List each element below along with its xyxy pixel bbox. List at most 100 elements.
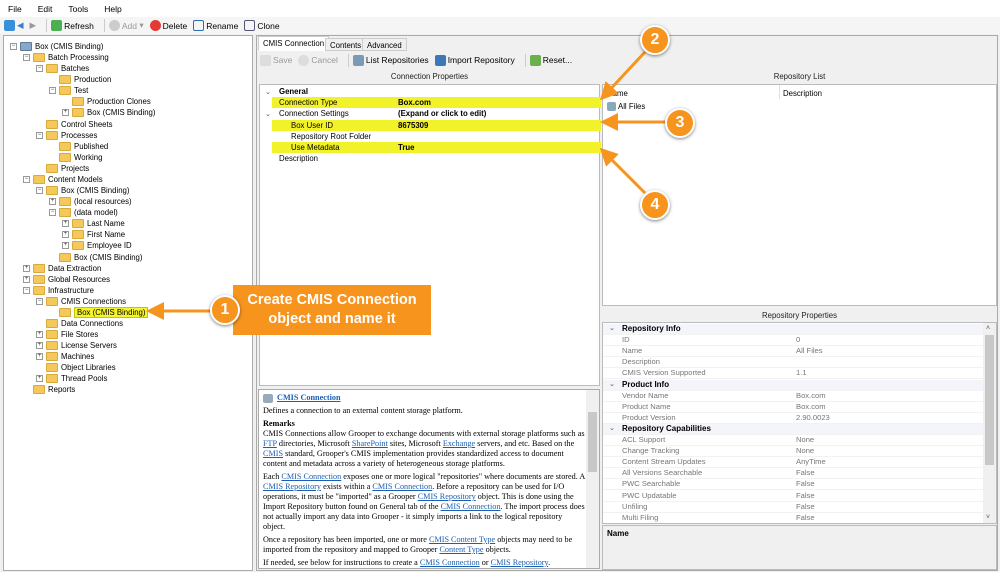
property-row[interactable]: ⌄ General <box>260 86 601 97</box>
property-row[interactable]: Name All Files <box>603 346 983 358</box>
help-link[interactable]: CMIS Repository <box>418 492 476 501</box>
tree-item[interactable]: Box (CMIS Binding) <box>49 252 142 263</box>
help-link[interactable]: CMIS <box>263 449 283 458</box>
scroll-thumb[interactable] <box>588 412 597 472</box>
property-row[interactable]: Change Tracking None <box>603 446 983 458</box>
property-row[interactable]: Box User ID 8675309 <box>272 119 601 131</box>
menu-tools[interactable]: Tools <box>68 4 88 14</box>
tree-item[interactable]: − Batches <box>36 63 89 74</box>
property-value[interactable]: 8675309 <box>398 121 428 130</box>
tree-item[interactable]: + Thread Pools <box>36 373 107 384</box>
cancel-button[interactable]: Cancel <box>298 54 338 66</box>
forward-icon[interactable]: ▶ <box>30 20 37 31</box>
menu-help[interactable]: Help <box>104 4 121 14</box>
tree-item[interactable]: − Box (CMIS Binding) <box>36 185 129 196</box>
help-link[interactable]: FTP <box>263 439 277 448</box>
rename-button[interactable]: Rename <box>193 20 238 31</box>
tree-item[interactable]: + Box (CMIS Binding) <box>62 107 155 118</box>
chevron-down-icon[interactable]: ⌄ <box>265 88 271 96</box>
tab-cmis-connection[interactable]: CMIS Connection <box>258 36 330 51</box>
expander-collapse-icon[interactable]: − <box>36 131 43 139</box>
expander-expand-icon[interactable]: + <box>62 231 69 239</box>
property-row[interactable]: PWC Updatable False <box>603 491 983 502</box>
tree-item[interactable]: + First Name <box>62 229 125 240</box>
tree-item[interactable]: + File Stores <box>36 329 98 340</box>
scroll-up-icon[interactable]: ˄ <box>986 325 990 332</box>
tree-item[interactable]: Reports <box>23 384 75 395</box>
expander-collapse-icon[interactable]: − <box>23 286 30 294</box>
help-link[interactable]: CMIS Content Type <box>429 535 495 544</box>
expander-expand-icon[interactable]: + <box>62 220 69 228</box>
tree-item[interactable]: − Processes <box>36 130 97 141</box>
property-row[interactable]: Product Name Box.com <box>603 402 983 413</box>
scrollbar[interactable]: ˄ ˅ <box>983 323 996 523</box>
tree-item[interactable]: − Test <box>49 85 88 96</box>
property-row[interactable]: ⌄ Connection Settings (Expand or click to … <box>260 108 601 119</box>
tree-item[interactable]: − Box (CMIS Binding) <box>10 41 103 52</box>
scroll-thumb[interactable] <box>985 335 994 465</box>
tree-item[interactable]: − Content Models <box>23 174 103 185</box>
property-row[interactable]: Product Version 2.90.0023 <box>603 413 983 424</box>
property-category[interactable]: ⌄ Repository Info <box>603 324 983 335</box>
add-button[interactable]: Add ▾ <box>108 20 144 31</box>
property-row[interactable]: Repository Root Folder <box>260 131 601 142</box>
tree-item[interactable]: + Last Name <box>62 218 125 229</box>
tab-advanced[interactable]: Advanced <box>362 38 407 51</box>
expander-expand-icon[interactable]: + <box>49 198 56 206</box>
property-value[interactable]: (Expand or click to edit) <box>398 109 486 118</box>
property-value[interactable]: True <box>398 143 414 152</box>
property-row[interactable]: Multi Filing False <box>603 513 983 523</box>
help-scrollbar[interactable] <box>586 390 599 568</box>
tree-item[interactable]: + Machines <box>36 351 94 362</box>
expander-collapse-icon[interactable]: − <box>49 87 56 95</box>
save-button[interactable]: Save <box>260 54 292 66</box>
tree-item[interactable]: + (local resources) <box>49 196 132 207</box>
expander-expand-icon[interactable]: + <box>36 342 43 350</box>
help-link[interactable]: Content Type <box>439 545 483 554</box>
reset-button[interactable]: Reset... <box>529 54 572 66</box>
expander-collapse-icon[interactable]: − <box>23 54 30 62</box>
expander-expand-icon[interactable]: + <box>62 109 69 117</box>
back-icon[interactable]: ◀ <box>17 20 24 31</box>
property-row[interactable]: Vendor Name Box.com <box>603 391 983 402</box>
expander-expand-icon[interactable]: + <box>23 264 30 272</box>
column-name[interactable]: Name <box>607 89 628 98</box>
column-description[interactable]: Description <box>783 89 822 98</box>
expander-collapse-icon[interactable]: − <box>49 209 56 217</box>
tree-item[interactable]: + Data Extraction <box>23 263 101 274</box>
property-row[interactable]: Unfiling False <box>603 502 983 513</box>
property-row[interactable]: Content Stream Updates AnyTime <box>603 457 983 469</box>
tree-item[interactable]: + License Servers <box>36 340 117 351</box>
tree-item[interactable]: − (data model) <box>49 207 118 218</box>
help-link[interactable]: CMIS Repository <box>263 482 321 491</box>
expander-expand-icon[interactable]: + <box>36 331 43 339</box>
property-value[interactable]: Box.com <box>398 98 431 107</box>
chevron-down-icon[interactable]: ⌄ <box>609 324 615 332</box>
chevron-down-icon[interactable]: ⌄ <box>609 424 615 432</box>
import-repository-button[interactable]: Import Repository <box>434 54 515 66</box>
property-row[interactable]: ID 0 <box>603 335 983 347</box>
tree-item[interactable]: − CMIS Connections <box>36 296 126 307</box>
expander-collapse-icon[interactable]: − <box>36 297 43 305</box>
menu-file[interactable]: File <box>8 4 22 14</box>
tree-item[interactable]: Production Clones <box>62 96 151 107</box>
property-row[interactable]: PWC Searchable False <box>603 479 983 491</box>
chevron-down-icon[interactable]: ⌄ <box>265 110 271 118</box>
tree-item[interactable]: − Batch Processing <box>23 52 109 63</box>
tree-item[interactable]: Working <box>49 152 102 163</box>
delete-button[interactable]: Delete <box>149 20 187 31</box>
property-row[interactable]: All Versions Searchable False <box>603 468 983 480</box>
expander-expand-icon[interactable]: + <box>36 353 43 361</box>
help-title-link[interactable]: CMIS Connection <box>277 393 340 402</box>
help-link[interactable]: CMIS Connection <box>372 482 432 491</box>
menu-edit[interactable]: Edit <box>38 4 53 14</box>
tree-item[interactable]: Box (CMIS Binding) <box>49 306 149 318</box>
chevron-down-icon[interactable]: ⌄ <box>609 380 615 388</box>
tab-contents[interactable]: Contents <box>325 38 367 51</box>
tree-item[interactable]: Control Sheets <box>36 119 113 130</box>
tree-item[interactable]: + Employee ID <box>62 240 132 251</box>
refresh-button[interactable]: Refresh <box>51 20 94 31</box>
list-repositories-button[interactable]: List Repositories <box>352 54 429 66</box>
help-link[interactable]: Exchange <box>443 439 475 448</box>
tree-item[interactable]: Object Libraries <box>36 362 116 373</box>
